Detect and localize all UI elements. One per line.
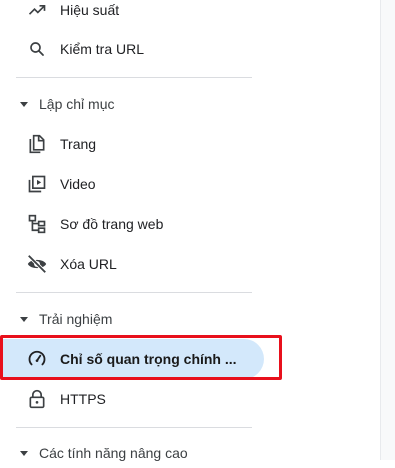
sidebar-item-label: Hiệu suất: [60, 2, 120, 18]
divider: [16, 77, 252, 78]
pages-icon: [26, 133, 48, 155]
section-label: Trải nghiệm: [39, 311, 113, 327]
sidebar-item-core-web-vitals[interactable]: Chỉ số quan trọng chính ...: [0, 339, 264, 379]
sidebar-item-label: Video: [60, 176, 96, 192]
search-icon: [26, 38, 48, 60]
sidebar-item-https[interactable]: HTTPS: [0, 379, 264, 419]
section-indexing-toggle[interactable]: Lập chỉ mục: [0, 89, 252, 119]
sidebar-item-label: HTTPS: [60, 391, 106, 407]
visibility-off-icon: [26, 253, 48, 275]
sidebar-item-removals[interactable]: Xóa URL: [0, 244, 264, 284]
sidebar-item-label: Chỉ số quan trọng chính ...: [60, 351, 237, 367]
divider: [16, 427, 252, 428]
section-label: Các tính năng nâng cao: [39, 445, 188, 461]
sidebar-item-label: Kiểm tra URL: [60, 41, 145, 57]
section-enhancements-toggle[interactable]: Các tính năng nâng cao: [0, 438, 252, 468]
sidebar-item-sitemaps[interactable]: Sơ đồ trang web: [0, 204, 264, 244]
section-experience-toggle[interactable]: Trải nghiệm: [0, 304, 252, 334]
sidebar-item-label: Sơ đồ trang web: [60, 216, 164, 232]
lock-icon: [26, 388, 48, 410]
section-label: Lập chỉ mục: [39, 96, 115, 112]
sidebar-item-label: Trang: [60, 136, 97, 152]
sidebar-item-video[interactable]: Video: [0, 164, 264, 204]
speed-gauge-icon: [26, 348, 48, 370]
sidebar-item-pages[interactable]: Trang: [0, 124, 264, 164]
sidebar-item-url-inspection[interactable]: Kiểm tra URL: [0, 29, 264, 69]
sidebar-item-label: Xóa URL: [60, 256, 117, 272]
video-icon: [26, 173, 48, 195]
sidebar-nav: Hiệu suất Kiểm tra URL Lập chỉ mục Trang…: [0, 0, 264, 461]
caret-down-icon: [19, 99, 29, 109]
sidebar-item-performance[interactable]: Hiệu suất: [0, 0, 264, 30]
trending-up-icon: [26, 0, 48, 21]
caret-down-icon: [19, 448, 29, 458]
divider: [16, 292, 252, 293]
caret-down-icon: [19, 314, 29, 324]
sitemap-icon: [26, 213, 48, 235]
content-pane-edge: [380, 0, 395, 460]
